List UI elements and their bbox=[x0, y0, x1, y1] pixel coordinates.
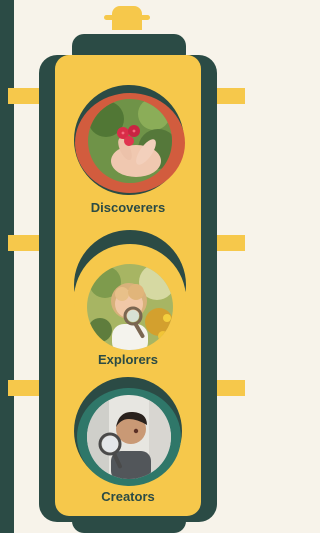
light-cap-rim bbox=[104, 15, 150, 20]
creators-label[interactable]: Creators bbox=[55, 489, 201, 504]
discoverers-label[interactable]: Discoverers bbox=[55, 200, 201, 215]
boy-with-magnifying-glass-photo[interactable] bbox=[87, 395, 171, 479]
raspberries-photo-graphic bbox=[88, 99, 172, 183]
creator-photo-graphic bbox=[87, 395, 171, 479]
pole bbox=[0, 0, 14, 533]
explorer-photo-graphic bbox=[87, 264, 173, 350]
child-with-magnifying-glass-photo[interactable] bbox=[87, 264, 173, 350]
explorers-label[interactable]: Explorers bbox=[55, 352, 201, 367]
raspberries-in-hand-photo[interactable] bbox=[88, 99, 172, 183]
